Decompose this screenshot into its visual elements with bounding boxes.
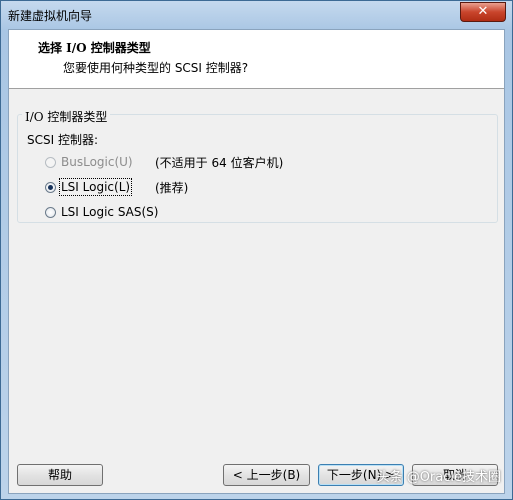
- buslogic-note: (不适用于 64 位客户机): [155, 156, 284, 170]
- watermark-text: 头条 @Oracle技术圈: [376, 470, 501, 485]
- radio-lsi-logic-label: LSI Logic(L): [58, 178, 133, 196]
- radio-lsi-logic[interactable]: LSI Logic(L): [45, 178, 133, 196]
- radio-buslogic-icon[interactable]: [45, 156, 56, 168]
- page-subtitle: 您要使用何种类型的 SCSI 控制器?: [63, 61, 249, 75]
- close-icon: ✕: [477, 4, 489, 19]
- title-bar[interactable]: 新建虚拟机向导 ✕: [1, 1, 512, 29]
- page-title: 选择 I/O 控制器类型: [38, 41, 151, 55]
- radio-buslogic-label: BusLogic(U): [61, 155, 133, 169]
- help-button[interactable]: 帮助: [17, 464, 103, 486]
- radio-buslogic[interactable]: BusLogic(U): [45, 153, 133, 171]
- radio-lsi-logic-sas-label: LSI Logic SAS(S): [61, 205, 159, 219]
- scsi-controller-label: SCSI 控制器:: [27, 133, 99, 147]
- wizard-window: 新建虚拟机向导 ✕ 选择 I/O 控制器类型 您要使用何种类型的 SCSI 控制…: [0, 0, 513, 500]
- close-button[interactable]: ✕: [460, 2, 506, 22]
- back-button[interactable]: < 上一步(B): [223, 464, 310, 486]
- lsi-logic-note: (推荐): [155, 181, 189, 195]
- window-title: 新建虚拟机向导: [8, 9, 93, 23]
- radio-lsi-logic-sas-icon[interactable]: [45, 206, 56, 218]
- radio-lsi-logic-sas[interactable]: LSI Logic SAS(S): [45, 203, 158, 221]
- radio-lsi-logic-icon[interactable]: [45, 181, 56, 193]
- dialog-client-area: 选择 I/O 控制器类型 您要使用何种类型的 SCSI 控制器? I/O 控制器…: [8, 29, 505, 494]
- groupbox-title: I/O 控制器类型: [22, 108, 111, 125]
- wizard-header: 选择 I/O 控制器类型 您要使用何种类型的 SCSI 控制器?: [9, 30, 504, 89]
